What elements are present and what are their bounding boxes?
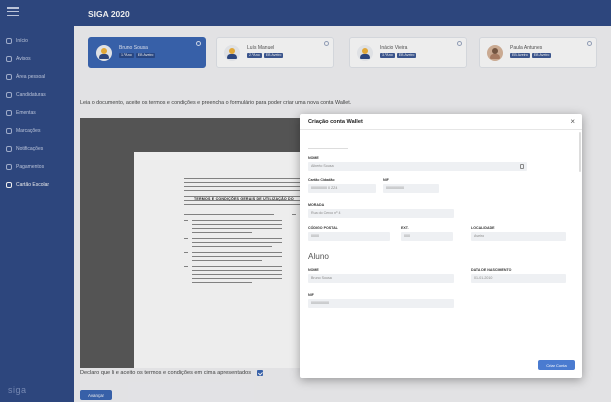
avatar: [96, 45, 112, 61]
sidebar-item-label: Pagamentos: [16, 163, 45, 170]
school-badge: EB Aveiro: [263, 53, 284, 58]
grade-badge: 1.ºAno: [119, 53, 134, 58]
avatar: [487, 45, 503, 61]
nif-label: NIF: [383, 178, 389, 182]
school-badge: EB Aveiro: [510, 53, 530, 58]
sidebar-item-label: Ementas: [16, 109, 36, 116]
gear-icon[interactable]: [587, 41, 592, 46]
ext-label: EXT.: [401, 226, 409, 230]
sidebar-item-label: Notificações: [16, 145, 44, 152]
document-title: TERMOS E CONDIÇÕES GERAIS DE UTILIZAÇÃO …: [194, 197, 294, 201]
gear-icon[interactable]: [457, 41, 462, 46]
school-badge: EB Aveiro: [531, 53, 552, 58]
sidebar-item-candidaturas[interactable]: Candidaturas: [0, 88, 74, 101]
sidebar-item-label: Marcações: [16, 127, 41, 134]
student-nif-field[interactable]: 000000000: [308, 299, 454, 308]
bell-icon: [6, 55, 12, 62]
grade-badge: 2.ºAno: [247, 53, 262, 58]
terms-agreement: Declaro que li e aceito os termos e cond…: [80, 370, 264, 376]
home-icon: [6, 37, 12, 44]
student-card[interactable]: Luís Manuel 2.ºAno EB Aveiro: [216, 37, 334, 68]
dialog-title: Criação conta Wallet: [308, 119, 363, 125]
sidebar: Início Avisos Área pessoal Candidaturas …: [0, 0, 74, 402]
terms-agreement-label: Declaro que li e aceito os termos e cond…: [80, 370, 252, 376]
gear-icon[interactable]: [324, 41, 329, 46]
name-field[interactable]: Alberto Sousa: [308, 162, 527, 171]
cc-field[interactable]: 00000000 0 ZZ4: [308, 184, 376, 193]
address-label: MORADA: [308, 203, 325, 207]
create-wallet-dialog: Criação conta Wallet × NOME Alberto Sous…: [300, 114, 582, 378]
student-name: Inácio Vieira: [380, 45, 408, 51]
instructions-text: Leia o documento, aceite os termos e con…: [80, 100, 352, 106]
food-icon: [6, 109, 12, 116]
lock-icon: [520, 164, 524, 169]
name-label: NOME: [308, 156, 319, 160]
student-selector: Bruno Sousa 1.ºAno EB Aveiro Luís Manuel …: [74, 26, 611, 76]
student-name: Paula Antunes: [510, 45, 543, 51]
student-card[interactable]: Inácio Vieira 3.ºAno EB Aveiro: [349, 37, 467, 68]
next-button[interactable]: Avançar: [80, 390, 112, 400]
divider: [308, 148, 348, 149]
sidebar-item-ementas[interactable]: Ementas: [0, 106, 74, 119]
payment-icon: [6, 163, 12, 170]
calendar-icon: [6, 127, 12, 134]
gear-icon[interactable]: [196, 41, 201, 46]
card-icon: [6, 181, 12, 188]
cc-label: Cartão Cidadão: [308, 178, 335, 182]
birth-date-field[interactable]: 01-01-2010: [471, 274, 566, 283]
locality-field[interactable]: Aveiro: [471, 232, 566, 241]
brand-logo: siga: [8, 385, 27, 395]
dialog-header: Criação conta Wallet ×: [300, 114, 582, 130]
birth-date-label: DATA DE NASCIMENTO: [471, 268, 512, 272]
app-title: SIGA 2020: [88, 9, 130, 19]
student-name-field[interactable]: Bruno Sousa: [308, 274, 454, 283]
ext-field[interactable]: 000: [401, 232, 453, 241]
sidebar-item-area-pessoal[interactable]: Área pessoal: [0, 70, 74, 83]
sidebar-item-marcacoes[interactable]: Marcações: [0, 124, 74, 137]
sidebar-item-label: Cartão Escolar: [16, 181, 50, 188]
student-card[interactable]: Bruno Sousa 1.ºAno EB Aveiro: [88, 37, 206, 68]
school-badge: EB Aveiro: [135, 53, 156, 58]
hamburger-menu-icon[interactable]: [7, 7, 19, 17]
sidebar-item-pagamentos[interactable]: Pagamentos: [0, 160, 74, 173]
student-card[interactable]: Paula Antunes EB Aveiro EB Aveiro: [479, 37, 597, 68]
dialog-scrollbar[interactable]: [579, 132, 581, 172]
sidebar-item-notificacoes[interactable]: Notificações: [0, 142, 74, 155]
student-section-heading: Aluno: [308, 252, 329, 261]
document-icon: [6, 91, 12, 98]
locality-label: LOCALIDADE: [471, 226, 495, 230]
student-name-label: NOME: [308, 268, 319, 272]
grade-badge: 3.ºAno: [380, 53, 395, 58]
notification-icon: [6, 145, 12, 152]
name-value: Alberto Sousa: [311, 164, 334, 168]
avatar: [224, 45, 240, 61]
sidebar-item-avisos[interactable]: Avisos: [0, 52, 74, 65]
sidebar-item-cartao-escolar[interactable]: Cartão Escolar: [0, 178, 74, 191]
student-nif-label: NIF: [308, 293, 314, 297]
user-icon: [6, 73, 12, 80]
sidebar-item-label: Avisos: [16, 55, 31, 62]
dialog-body: NOME Alberto Sousa Cartão Cidadão 000000…: [300, 130, 582, 350]
nif-field[interactable]: 000000000: [383, 184, 439, 193]
sidebar-item-label: Candidaturas: [16, 91, 46, 98]
student-name: Luís Manuel: [247, 45, 275, 51]
sidebar-item-inicio[interactable]: Início: [0, 34, 74, 47]
terms-checkbox[interactable]: [257, 370, 264, 376]
close-icon[interactable]: ×: [570, 117, 575, 126]
avatar: [357, 45, 373, 61]
postal-code-field[interactable]: 0000: [308, 232, 390, 241]
school-badge: EB Aveiro: [396, 53, 417, 58]
create-account-button[interactable]: Criar Conta: [538, 360, 575, 370]
postal-code-label: CÓDIGO POSTAL: [308, 226, 338, 230]
sidebar-item-label: Área pessoal: [16, 73, 46, 80]
address-field[interactable]: Rua do Cerco nº 4: [308, 209, 454, 218]
student-name: Bruno Sousa: [119, 45, 148, 51]
top-bar: SIGA 2020: [74, 0, 611, 26]
sidebar-item-label: Início: [16, 37, 28, 44]
